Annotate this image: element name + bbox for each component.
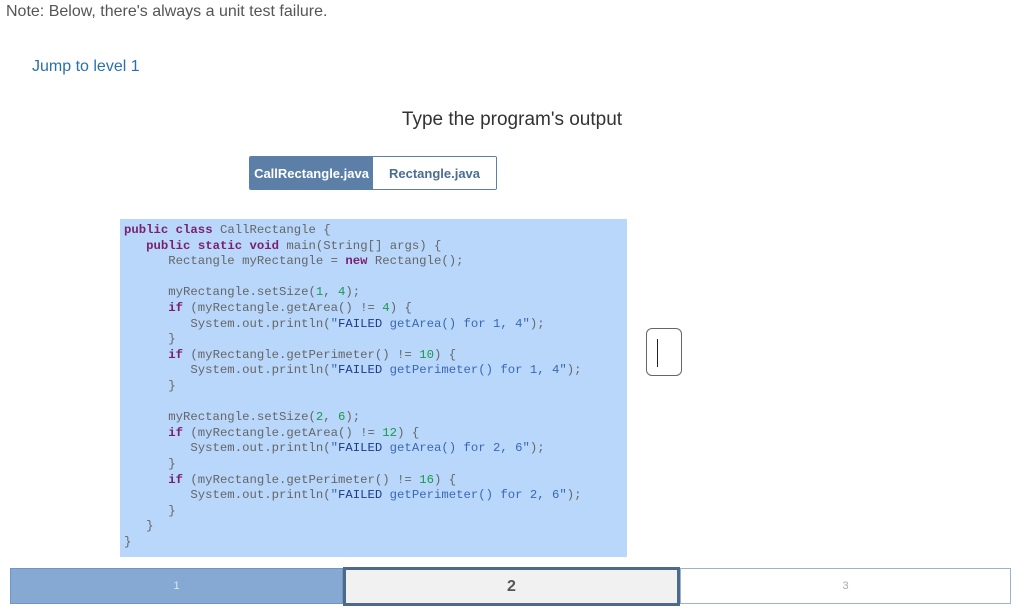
code-line: public static void main(String[] args) { [146,238,442,253]
file-tabs: CallRectangle.java Rectangle.java [249,156,497,190]
output-answer-input[interactable] [646,328,682,376]
tab-callrectangle[interactable]: CallRectangle.java [250,157,373,189]
level-segment-3[interactable]: 3 [680,568,1011,604]
code-line: if (myRectangle.getArea() != 4) { [168,300,412,315]
code-line: System.out.println("FAILED getArea() for… [124,441,545,456]
code-line: if (myRectangle.getPerimeter() != 16) { [168,472,457,487]
code-line: myRectangle.setSize(1, 4); [124,285,361,300]
text-caret [657,339,658,367]
code-line: } [124,519,154,534]
code-line: Rectangle myRectangle = new Rectangle(); [124,254,464,269]
code-line: } [124,332,176,347]
prompt-title: Type the program's output [401,109,623,130]
code-line: public class CallRectangle { [124,223,331,237]
code-line: } [124,534,132,549]
code-line: } [124,378,176,393]
code-listing: public class CallRectangle { public stat… [124,223,582,550]
code-line: myRectangle.setSize(2, 6); [124,410,361,425]
code-line: if (myRectangle.getPerimeter() != 10) { [168,347,457,362]
code-line: } [124,456,176,471]
code-line: if (myRectangle.getArea() != 12) { [168,425,420,440]
jump-to-level-link[interactable]: Jump to level 1 [32,58,140,76]
code-line: } [124,503,176,518]
level-segment-2[interactable]: 2 [343,567,680,606]
level-segment-1[interactable]: 1 [10,568,343,604]
code-line: System.out.println("FAILED getArea() for… [124,316,545,331]
instruction-note: Note: Below, there's always a unit test … [6,3,328,20]
code-line: System.out.println("FAILED getPerimeter(… [124,363,582,378]
tab-rectangle[interactable]: Rectangle.java [373,157,496,189]
level-progress-bar: 1 2 3 [10,567,1011,606]
code-line: System.out.println("FAILED getPerimeter(… [124,488,582,503]
